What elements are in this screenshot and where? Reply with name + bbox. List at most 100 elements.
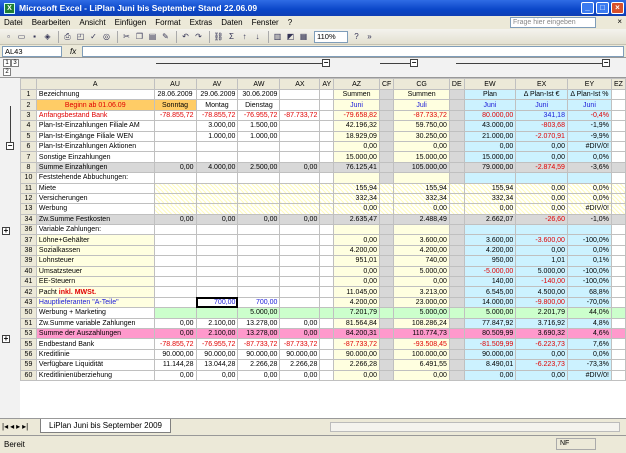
- cell-cf[interactable]: [378, 151, 395, 163]
- cell-ey[interactable]: 0,1%: [566, 255, 612, 267]
- cell-ez[interactable]: [610, 234, 626, 246]
- cell-aw[interactable]: 2.266,28: [237, 359, 281, 371]
- print-icon[interactable]: ⎙: [62, 31, 73, 42]
- cell-ez[interactable]: [610, 224, 626, 236]
- cell-ex[interactable]: Δ Plan-Ist €: [515, 88, 568, 101]
- cell-ez[interactable]: [610, 296, 626, 309]
- formula-input[interactable]: [82, 45, 624, 57]
- cell-ex[interactable]: -803,68: [515, 120, 568, 132]
- cell-au[interactable]: [153, 192, 197, 205]
- cell-cf[interactable]: [378, 88, 395, 101]
- cell-ew[interactable]: 155,94: [463, 182, 517, 194]
- cell-cf[interactable]: [378, 182, 395, 194]
- menu-daten[interactable]: Daten: [221, 18, 242, 27]
- cell-ey[interactable]: 4,6%: [566, 327, 612, 340]
- cell-az[interactable]: Juni: [333, 99, 380, 111]
- cell-az[interactable]: [333, 172, 380, 184]
- cell-ex[interactable]: -26,60: [515, 213, 568, 226]
- cell-av[interactable]: 4.000,00: [195, 161, 239, 174]
- cell-ew[interactable]: 14.000,00: [463, 296, 517, 309]
- cell-ax[interactable]: [279, 192, 321, 205]
- cell-de[interactable]: [448, 172, 465, 184]
- cell-aw[interactable]: [237, 234, 281, 246]
- cell-ax[interactable]: [279, 286, 321, 298]
- cell-au[interactable]: [153, 151, 197, 163]
- cell-ex[interactable]: 2.201,79: [515, 307, 568, 319]
- cell-av[interactable]: 700,00: [195, 296, 239, 309]
- document-close-icon[interactable]: ×: [617, 17, 622, 26]
- cell-ey[interactable]: 44,0%: [566, 307, 612, 319]
- cell-ew[interactable]: Plan: [463, 88, 517, 101]
- cell-ez[interactable]: [610, 203, 626, 215]
- cell-az[interactable]: 2.635,47: [333, 213, 380, 226]
- cell-az[interactable]: 0,00: [333, 234, 380, 246]
- cell-ay[interactable]: [319, 161, 335, 174]
- cell-av[interactable]: -76.955,72: [195, 338, 239, 350]
- cell-ax[interactable]: 2.266,28: [279, 359, 321, 371]
- cell-av[interactable]: 0,00: [195, 369, 239, 381]
- cell-cf[interactable]: [378, 140, 395, 153]
- cell-ex[interactable]: 5.000,00: [515, 265, 568, 278]
- cell-av[interactable]: [195, 234, 239, 246]
- cell-ax[interactable]: [279, 224, 321, 236]
- cell-ey[interactable]: -100,0%: [566, 265, 612, 278]
- cell-ew[interactable]: [463, 224, 517, 236]
- menu-format[interactable]: Format: [155, 18, 180, 27]
- cell-de[interactable]: [448, 224, 465, 236]
- cell-au[interactable]: 28.06.2009: [153, 88, 197, 101]
- cell-ay[interactable]: [319, 255, 335, 267]
- cell-ax[interactable]: [279, 203, 321, 215]
- cell-ez[interactable]: [610, 151, 626, 163]
- row-header[interactable]: 53: [20, 327, 37, 340]
- cell-ew[interactable]: 2.662,07: [463, 213, 517, 226]
- menu-ansicht[interactable]: Ansicht: [79, 18, 105, 27]
- cell-ey[interactable]: -70,0%: [566, 296, 612, 309]
- cell-av[interactable]: [195, 140, 239, 153]
- cell-ew[interactable]: 6.545,00: [463, 286, 517, 298]
- cell-ay[interactable]: [319, 234, 335, 246]
- row-header[interactable]: 39: [20, 255, 37, 267]
- collapse-group-button[interactable]: −: [322, 59, 330, 67]
- cell-ax[interactable]: [279, 255, 321, 267]
- cell-ew[interactable]: 4.200,00: [463, 244, 517, 257]
- map-icon[interactable]: ▦: [298, 31, 309, 42]
- row-header[interactable]: 43: [20, 296, 37, 309]
- cell-av[interactable]: -78.855,72: [195, 109, 239, 122]
- cell-ew[interactable]: -81.509,99: [463, 338, 517, 350]
- cell-ey[interactable]: 68,8%: [566, 286, 612, 298]
- collapse-group-button[interactable]: −: [410, 59, 418, 67]
- cell-cg[interactable]: 5.000,00: [393, 307, 450, 319]
- cell-ex[interactable]: 3.690,32: [515, 327, 568, 340]
- cell-az[interactable]: 15.000,00: [333, 151, 380, 163]
- row-header[interactable]: 37: [20, 234, 37, 246]
- cell-au[interactable]: [153, 172, 197, 184]
- cell-aw[interactable]: 5.000,00: [237, 307, 281, 319]
- cell-cf[interactable]: [378, 338, 395, 350]
- cell-ax[interactable]: [279, 151, 321, 163]
- cell-az[interactable]: 81.564,84: [333, 317, 380, 330]
- sheet-tab-liplan[interactable]: LiPlan Juni bis September 2009: [40, 419, 171, 433]
- cell-au[interactable]: [153, 244, 197, 257]
- row-header[interactable]: 3: [20, 109, 37, 122]
- sort-ascending-icon[interactable]: ↑: [239, 31, 250, 42]
- cell-ex[interactable]: -140,00: [515, 276, 568, 288]
- cell-a[interactable]: Werbung + Marketing: [35, 307, 155, 319]
- cell-cf[interactable]: [378, 307, 395, 319]
- cell-az[interactable]: 951,01: [333, 255, 380, 267]
- cell-av[interactable]: 2.100,00: [195, 317, 239, 330]
- cell-av[interactable]: 3.000,00: [195, 120, 239, 132]
- cell-az[interactable]: 0,00: [333, 140, 380, 153]
- outline-level-3-button[interactable]: 3: [11, 59, 19, 67]
- cell-ez[interactable]: [610, 286, 626, 298]
- row-header[interactable]: 60: [20, 369, 37, 381]
- cell-ax[interactable]: 0,00: [279, 161, 321, 174]
- cell-de[interactable]: [448, 203, 465, 215]
- cell-az[interactable]: 2.266,28: [333, 359, 380, 371]
- row-header[interactable]: 40: [20, 265, 37, 278]
- cell-au[interactable]: Sonntag: [153, 99, 197, 111]
- cell-de[interactable]: [448, 109, 465, 122]
- cell-cf[interactable]: [378, 276, 395, 288]
- cell-de[interactable]: [448, 140, 465, 153]
- cell-aw[interactable]: 13.278,00: [237, 327, 281, 340]
- cell-ay[interactable]: [319, 182, 335, 194]
